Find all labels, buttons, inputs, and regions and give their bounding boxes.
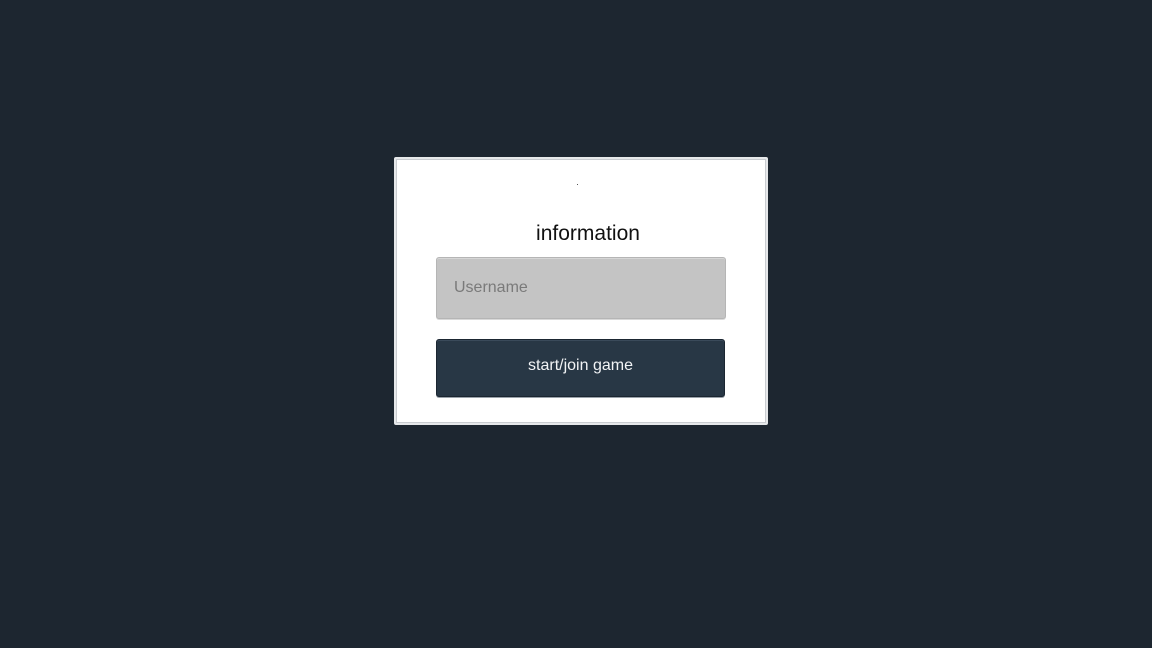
start-join-game-button[interactable]: start/join game (436, 339, 725, 397)
username-input[interactable] (436, 257, 726, 319)
panel-decoration-dot (577, 184, 578, 185)
login-panel: information start/join game (394, 157, 768, 425)
panel-title: information (536, 222, 640, 245)
